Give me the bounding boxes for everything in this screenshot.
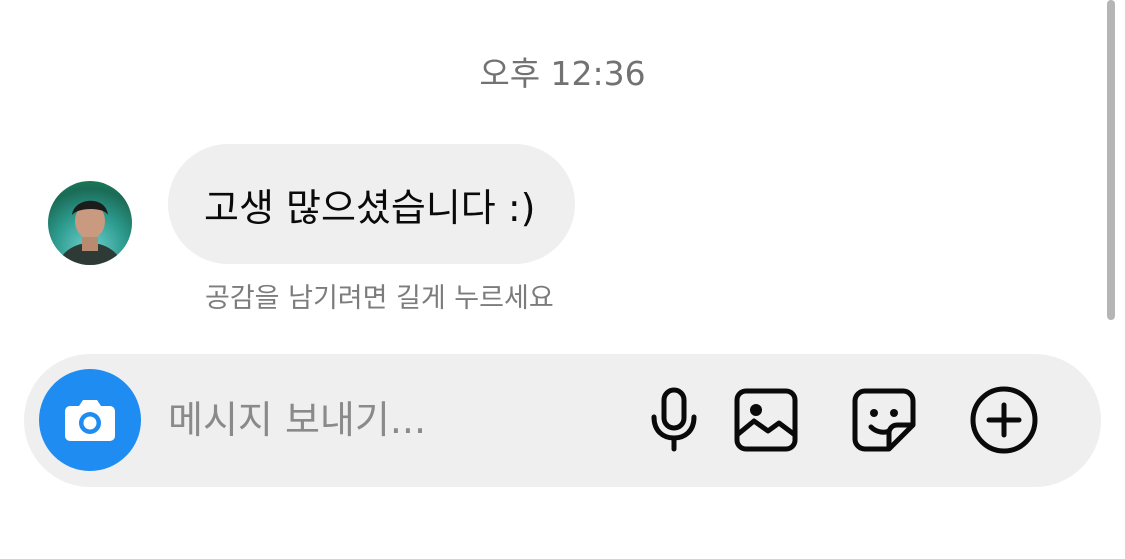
gallery-button[interactable]	[728, 382, 804, 458]
message-text: 고생 많으셨습니다 :)	[204, 185, 536, 230]
camera-button[interactable]	[39, 369, 141, 471]
avatar-icon	[57, 200, 123, 265]
sticker-icon	[852, 388, 916, 452]
reaction-hint: 공감을 남기려면 길게 누르세요	[205, 283, 554, 314]
message-composer	[24, 354, 1101, 487]
scrollbar[interactable]	[1107, 0, 1115, 320]
sticker-button[interactable]	[846, 382, 922, 458]
image-icon	[734, 388, 798, 452]
add-icon	[970, 386, 1038, 454]
message-bubble[interactable]: 고생 많으셨습니다 :)	[168, 144, 576, 264]
avatar[interactable]	[48, 181, 132, 265]
camera-icon	[65, 400, 115, 441]
add-button[interactable]	[966, 382, 1042, 458]
microphone-button[interactable]	[636, 382, 712, 458]
message-input[interactable]	[168, 390, 588, 450]
timestamp: 오후 12:36	[479, 54, 646, 93]
microphone-icon	[651, 387, 697, 452]
